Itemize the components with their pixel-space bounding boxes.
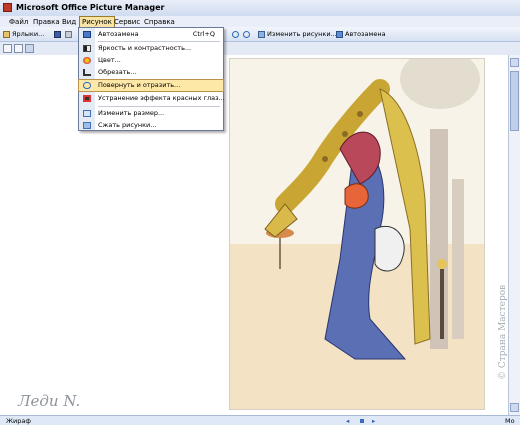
rotate-icon: [83, 82, 91, 89]
picture-menu: Автозамена Ctrl+Q Яркость и контрастност…: [78, 27, 225, 131]
save-button[interactable]: [54, 29, 63, 39]
rotate-right-button[interactable]: [243, 29, 252, 39]
print-icon: [65, 30, 72, 38]
filmstrip-view-icon[interactable]: [14, 44, 23, 53]
compress-icon: [83, 122, 91, 129]
edit-pictures-button[interactable]: Изменить рисунки...: [258, 29, 337, 39]
edit-pictures-icon: [258, 30, 265, 38]
menu-item-label: Автозамена: [98, 30, 139, 38]
edit-pictures-label: Изменить рисунки...: [267, 30, 337, 38]
zoom-slider-icon[interactable]: [360, 419, 364, 423]
menu-bar: Файл Правка Вид Рисунок Сервис Справка: [0, 16, 520, 28]
app-icon: [3, 3, 12, 12]
zoom-out-icon[interactable]: ◂: [346, 417, 349, 425]
menu-separator: [98, 41, 220, 42]
autocorrect-label: Автозамена: [345, 30, 386, 38]
menu-item-resize[interactable]: Изменить размер...: [79, 108, 223, 119]
print-button[interactable]: [65, 29, 74, 39]
shortcuts-button[interactable]: Ярлыки...: [3, 29, 44, 39]
autocorrect-button[interactable]: Автозамена: [336, 29, 386, 39]
rotate-right-icon: [243, 30, 250, 38]
folder-icon: [3, 30, 10, 38]
menu-item-label: Устранение эффекта красных глаз...: [98, 94, 225, 102]
menu-edit[interactable]: Правка: [31, 17, 62, 27]
thumbnail-view-icon[interactable]: [3, 44, 12, 53]
shortcuts-label: Ярлыки...: [12, 30, 45, 38]
menu-tools[interactable]: Сервис: [112, 17, 142, 27]
scroll-down-icon[interactable]: [510, 403, 519, 412]
signature: Леди N.: [18, 392, 81, 410]
status-filename: Жираф: [6, 417, 31, 425]
menu-separator: [98, 106, 220, 107]
watermark: © Страна Мастеров: [498, 285, 508, 380]
crop-icon: [83, 69, 91, 76]
autocorrect-icon: [336, 30, 343, 38]
menu-item-color[interactable]: Цвет...: [79, 55, 223, 66]
giraffe-drawing: [229, 58, 485, 410]
autocorrect-icon: [83, 31, 91, 38]
menu-item-shortcut: Ctrl+Q: [192, 30, 215, 38]
save-icon: [54, 30, 61, 38]
menu-item-compress[interactable]: Сжать рисунки...: [79, 120, 223, 131]
red-eye-icon: [83, 95, 91, 102]
picture-workspace: [0, 55, 508, 415]
menu-item-rotate-flip[interactable]: Повернуть и отразить...: [78, 79, 224, 92]
color-icon: [83, 57, 91, 64]
drawing-illustration: [230, 59, 484, 409]
menu-item-label: Изменить размер...: [98, 109, 165, 117]
menu-item-label: Сжать рисунки...: [98, 121, 157, 129]
menu-help[interactable]: Справка: [142, 17, 177, 27]
watermark-text: © Страна Мастеров: [498, 285, 508, 380]
menu-item-brightness[interactable]: Яркость и контрастность...: [79, 43, 223, 54]
scroll-thumb[interactable]: [510, 71, 519, 131]
status-right-text: Мо: [505, 417, 515, 425]
status-bar: Жираф ◂ ▸ Мо: [0, 415, 520, 425]
scroll-up-icon[interactable]: [510, 58, 519, 67]
single-picture-view-icon[interactable]: [25, 44, 34, 53]
resize-icon: [83, 110, 91, 117]
rotate-left-button[interactable]: [232, 29, 241, 39]
menu-item-crop[interactable]: Обрезать...: [79, 67, 223, 78]
menu-item-label: Яркость и контрастность...: [98, 44, 192, 52]
window-title: Microsoft Office Picture Manager: [16, 3, 165, 12]
title-bar: Microsoft Office Picture Manager: [0, 0, 520, 17]
menu-item-red-eye[interactable]: Устранение эффекта красных глаз...: [79, 93, 225, 104]
menu-view[interactable]: Вид: [60, 17, 78, 27]
zoom-in-icon[interactable]: ▸: [372, 417, 375, 425]
rotate-left-icon: [232, 30, 239, 38]
brightness-icon: [83, 45, 91, 52]
menu-item-label: Обрезать...: [98, 68, 137, 76]
menu-file[interactable]: Файл: [7, 17, 30, 27]
menu-item-label: Цвет...: [98, 56, 121, 64]
menu-item-autocorrect[interactable]: Автозамена Ctrl+Q: [79, 29, 223, 40]
vertical-scrollbar[interactable]: [508, 55, 520, 415]
menu-item-label: Повернуть и отразить...: [98, 81, 181, 89]
